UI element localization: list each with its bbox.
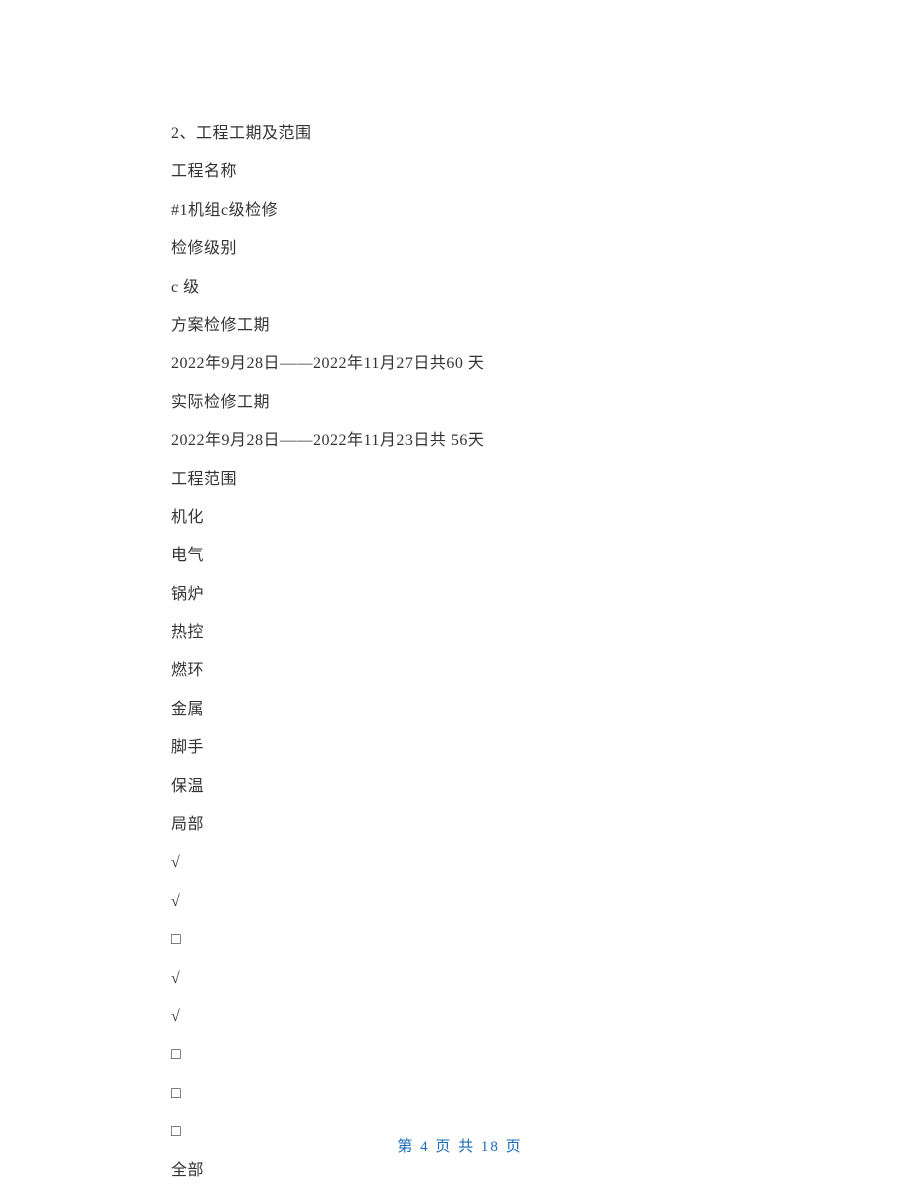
text-line: 热控 (171, 614, 750, 652)
text-line: 局部 (171, 806, 750, 844)
text-line: 锅炉 (171, 576, 750, 614)
text-line: 实际检修工期 (171, 384, 750, 422)
text-line: √ (171, 844, 750, 882)
text-line: c 级 (171, 269, 750, 307)
text-line: 全部 (171, 1152, 750, 1190)
text-line: 工程范围 (171, 461, 750, 499)
text-line: 保温 (171, 768, 750, 806)
text-line: 2022年9月28日——2022年11月27日共60 天 (171, 345, 750, 383)
text-line: √ (171, 883, 750, 921)
text-line: □ (171, 1036, 750, 1074)
text-line: 脚手 (171, 729, 750, 767)
text-line: 工程名称 (171, 153, 750, 191)
text-line: 检修级别 (171, 230, 750, 268)
text-line: #1机组c级检修 (171, 192, 750, 230)
text-line: 机化 (171, 499, 750, 537)
document-content: 2、工程工期及范围 工程名称 #1机组c级检修 检修级别 c 级 方案检修工期 … (0, 0, 920, 1190)
text-line: 2、工程工期及范围 (171, 115, 750, 153)
text-line: 2022年9月28日——2022年11月23日共 56天 (171, 422, 750, 460)
text-line: 金属 (171, 691, 750, 729)
text-line: 燃环 (171, 652, 750, 690)
page-footer: 第 4 页 共 18 页 (0, 1135, 920, 1156)
text-line: √ (171, 998, 750, 1036)
text-line: 电气 (171, 537, 750, 575)
text-line: 方案检修工期 (171, 307, 750, 345)
text-line: □ (171, 921, 750, 959)
text-line: □ (171, 1075, 750, 1113)
text-line: √ (171, 960, 750, 998)
